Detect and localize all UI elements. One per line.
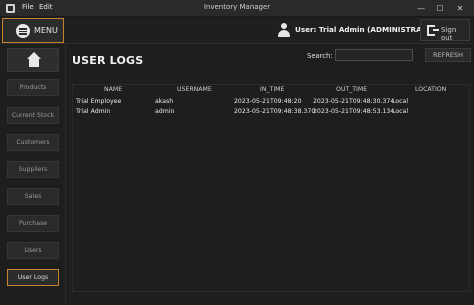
sidebar-item-current-stock[interactable]: Current Stock: [7, 107, 59, 124]
menu-button[interactable]: MENU: [2, 18, 64, 43]
cell-out-time: 2023-05-21T09:48:53.134: [313, 108, 395, 115]
search-input[interactable]: [335, 49, 413, 61]
cell-name: Trial Admin: [76, 108, 111, 115]
sidebar-item-users[interactable]: Users: [7, 242, 59, 259]
sidebar-item-suppliers[interactable]: Suppliers: [7, 161, 59, 178]
cell-username: admin: [155, 108, 175, 115]
cell-in-time: 2023-05-21T09:48:20: [234, 98, 302, 105]
cell-username: akash: [155, 98, 174, 105]
home-button[interactable]: [7, 48, 59, 72]
menu-button-label: MENU: [34, 26, 58, 35]
cell-out-time: 2023-05-21T09:48:30.374: [313, 98, 395, 105]
table-row[interactable]: Trial Admin admin 2023-05-21T09:48:38.37…: [73, 107, 469, 117]
sidebar-item-products[interactable]: Products: [7, 79, 59, 96]
cell-location: Local: [392, 98, 409, 105]
app-header: MENU User: Trial Admin (ADMINISTRATOR) S…: [0, 17, 474, 44]
maximize-icon[interactable]: ☐: [433, 2, 447, 15]
minimize-icon[interactable]: —: [414, 2, 428, 15]
sign-out-label: Sign out: [441, 26, 457, 42]
column-header-location[interactable]: LOCATION: [415, 86, 446, 93]
cell-name: Trial Employee: [76, 98, 122, 105]
sidebar: Products Current Stock Customers Supplie…: [0, 45, 66, 305]
user-logs-table: NAME USERNAME IN_TIME OUT_TIME LOCATION …: [72, 84, 470, 292]
home-icon: [27, 52, 41, 59]
sign-out-icon: [427, 25, 439, 36]
refresh-button[interactable]: REFRESH: [425, 48, 471, 62]
hamburger-icon: [16, 24, 30, 38]
table-row[interactable]: Trial Employee akash 2023-05-21T09:48:20…: [73, 97, 469, 107]
user-icon: [278, 23, 290, 37]
sidebar-item-user-logs[interactable]: User Logs: [7, 269, 59, 286]
close-icon[interactable]: ✕: [453, 2, 467, 15]
cell-in-time: 2023-05-21T09:48:38.370: [234, 108, 316, 115]
column-header-out-time[interactable]: OUT_TIME: [336, 86, 367, 93]
window-title: Inventory Manager: [203, 3, 271, 11]
window-title-bar: File Edit Inventory Manager — ☐ ✕: [0, 0, 474, 17]
search-label: Search:: [307, 52, 333, 60]
column-header-username[interactable]: USERNAME: [177, 86, 212, 93]
sidebar-item-purchase[interactable]: Purchase: [7, 215, 59, 232]
sidebar-item-sales[interactable]: Sales: [7, 188, 59, 205]
column-header-name[interactable]: NAME: [104, 86, 122, 93]
column-header-in-time[interactable]: IN_TIME: [260, 86, 284, 93]
sign-out-button[interactable]: Sign out: [420, 19, 470, 42]
page-title: USER LOGS: [72, 54, 144, 67]
sidebar-item-customers[interactable]: Customers: [7, 134, 59, 151]
cell-location: Local: [392, 108, 409, 115]
